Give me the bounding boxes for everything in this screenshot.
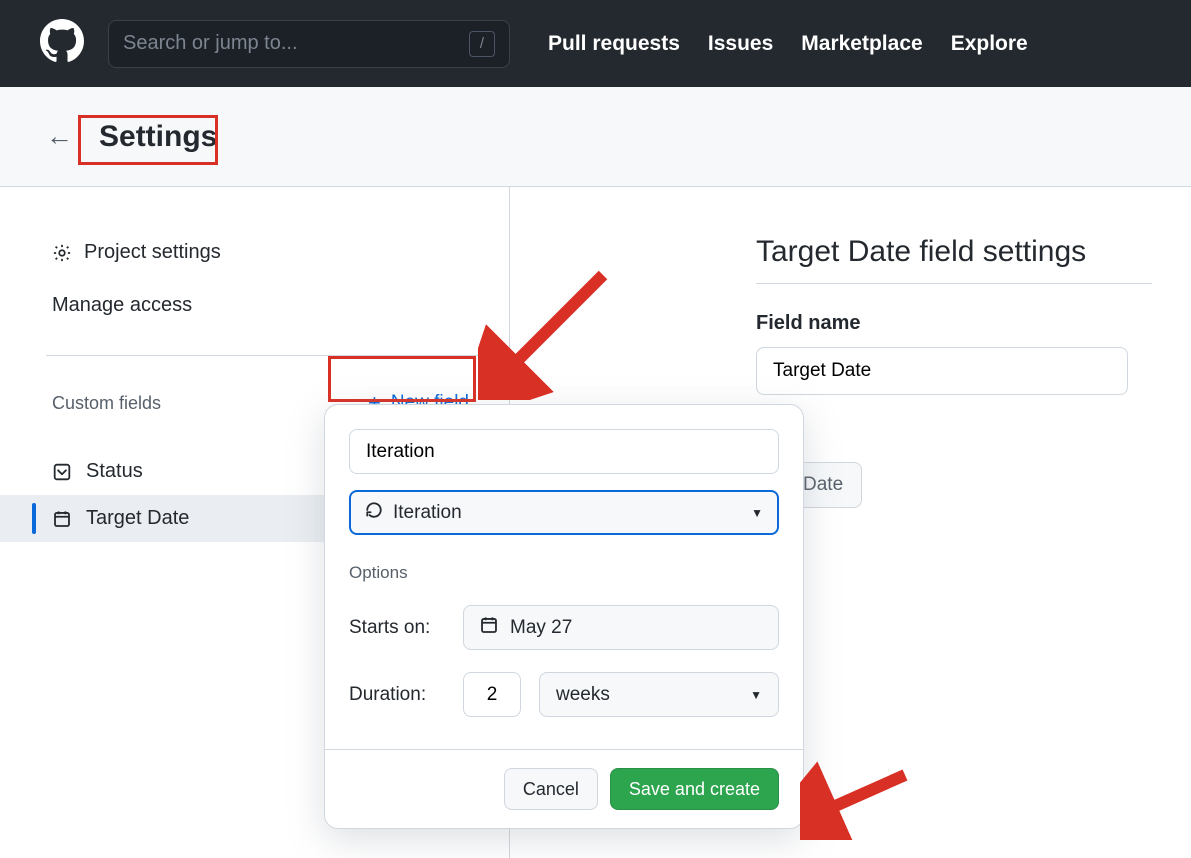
sidebar-item-manage-access[interactable]: Manage access — [52, 288, 477, 323]
github-logo-icon[interactable] — [40, 19, 84, 68]
settings-bar: ← Settings — [0, 87, 1191, 187]
single-select-icon — [52, 462, 72, 482]
field-item-label: Target Date — [86, 507, 189, 530]
search-placeholder: Search or jump to... — [123, 32, 298, 55]
nav-pull-requests[interactable]: Pull requests — [548, 32, 680, 56]
nav-marketplace[interactable]: Marketplace — [801, 32, 922, 56]
calendar-icon — [480, 616, 498, 640]
slash-shortcut-key: / — [469, 31, 495, 57]
save-and-create-button[interactable]: Save and create — [610, 768, 779, 810]
duration-value-input[interactable] — [463, 672, 521, 717]
field-type-select-value: Iteration — [393, 502, 462, 524]
custom-fields-heading: Custom fields — [52, 393, 161, 414]
nav-explore[interactable]: Explore — [951, 32, 1028, 56]
back-arrow-icon[interactable]: ← — [46, 123, 73, 150]
starts-on-value: May 27 — [510, 617, 572, 639]
field-type-label: type — [756, 425, 1191, 448]
field-type-select[interactable]: Iteration ▼ — [349, 490, 779, 535]
iteration-icon — [365, 501, 383, 525]
search-input[interactable]: Search or jump to... / — [108, 20, 510, 68]
duration-unit-select[interactable]: weeks ▼ — [539, 672, 779, 717]
starts-on-picker[interactable]: May 27 — [463, 605, 779, 650]
github-header: Search or jump to... / Pull requests Iss… — [0, 0, 1191, 87]
chevron-down-icon: ▼ — [750, 688, 762, 702]
nav-issues[interactable]: Issues — [708, 32, 773, 56]
new-field-popover: Iteration ▼ Options Starts on: May 27 Du… — [324, 404, 804, 829]
gear-icon — [52, 243, 72, 263]
duration-unit-value: weeks — [556, 684, 610, 706]
cancel-button[interactable]: Cancel — [504, 768, 598, 810]
chevron-down-icon: ▼ — [751, 506, 763, 520]
new-field-name-input[interactable] — [349, 429, 779, 474]
starts-on-label: Starts on: — [349, 617, 445, 639]
field-name-label: Field name — [756, 312, 1191, 335]
duration-label: Duration: — [349, 684, 445, 706]
sidebar-item-label: Manage access — [52, 294, 192, 317]
sidebar-item-project-settings[interactable]: Project settings — [52, 235, 477, 270]
primary-nav: Pull requests Issues Marketplace Explore — [548, 32, 1028, 56]
options-label: Options — [349, 563, 779, 583]
field-name-input[interactable] — [756, 347, 1128, 395]
field-item-label: Status — [86, 460, 143, 483]
panel-title: Target Date field settings — [756, 235, 1152, 284]
sidebar-item-label: Project settings — [84, 241, 221, 264]
calendar-icon — [52, 509, 72, 529]
field-type-value: Date — [803, 474, 843, 496]
page-title: Settings — [91, 118, 225, 156]
